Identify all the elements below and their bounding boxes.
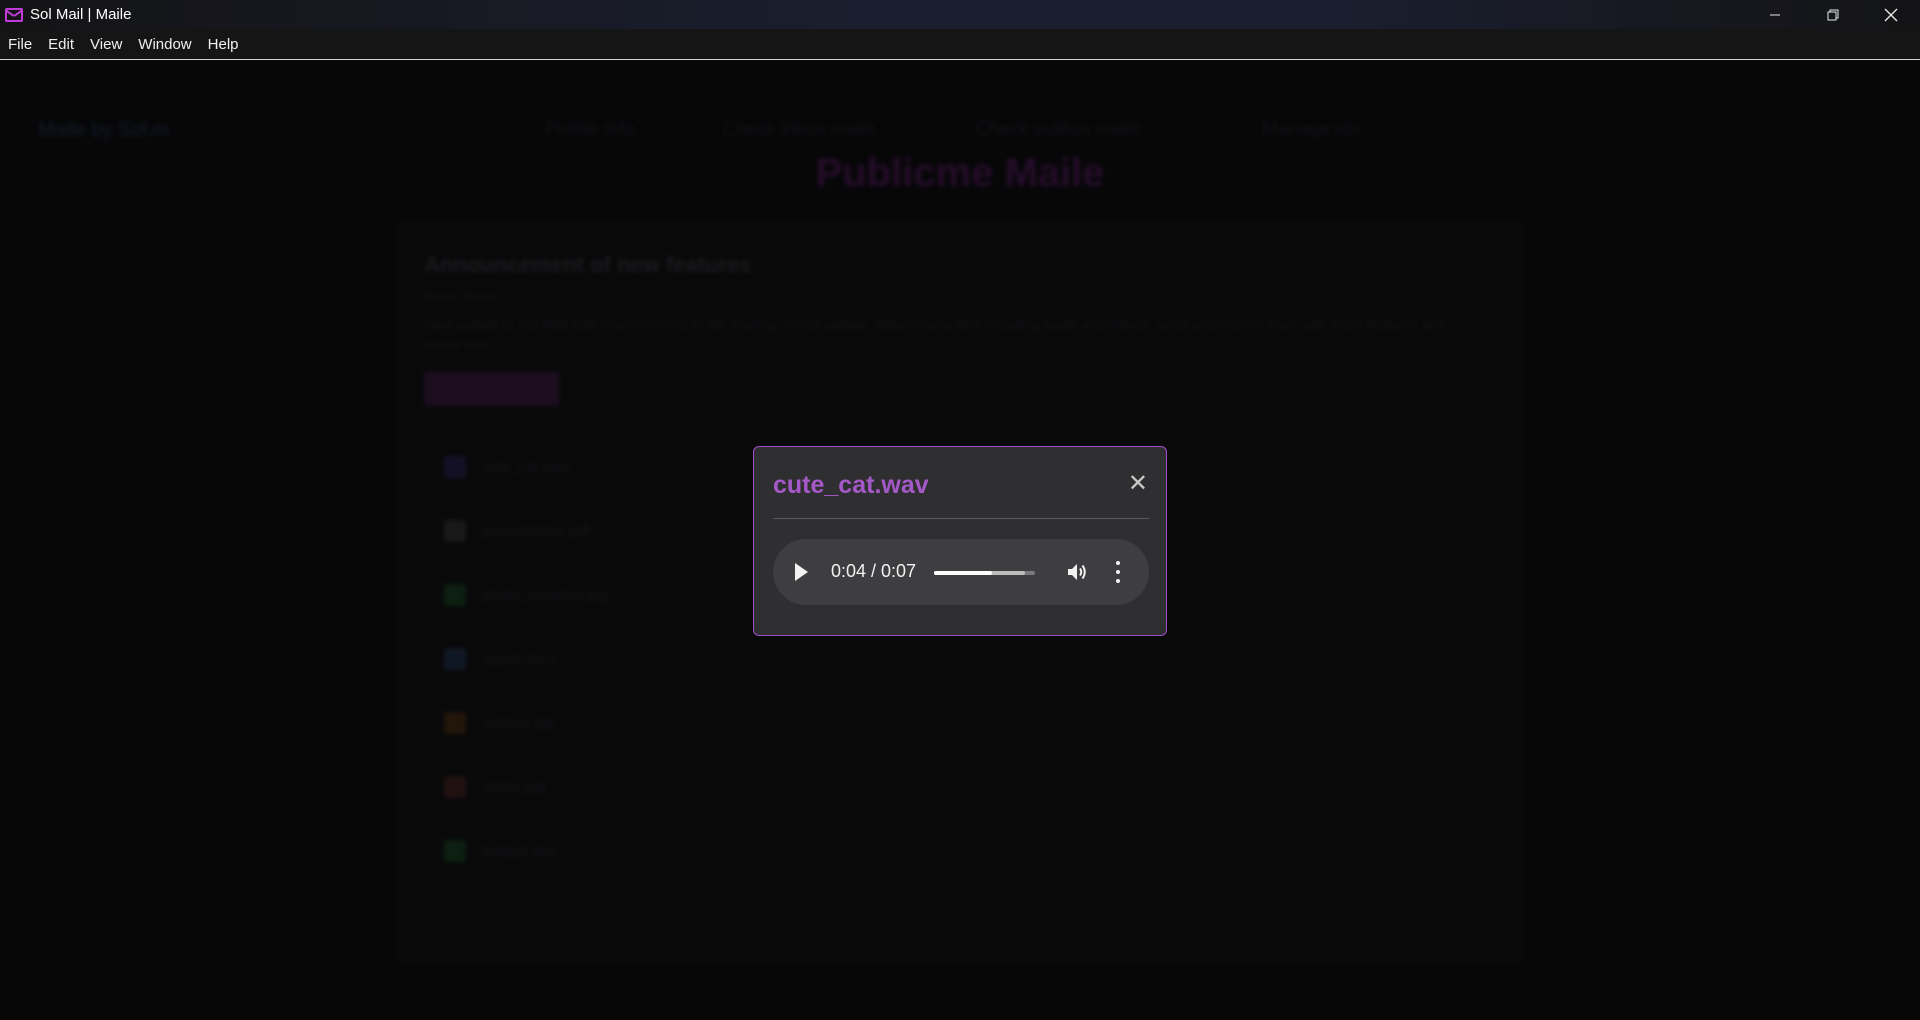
menu-bar: File Edit View Window Help [0,29,1920,60]
minimize-button[interactable] [1746,0,1804,29]
audio-player: 0:04 / 0:07 [773,539,1149,605]
menu-edit[interactable]: Edit [40,36,82,53]
close-window-button[interactable] [1862,0,1920,29]
menu-help[interactable]: Help [200,36,247,53]
played-range [934,571,992,575]
modal-title: cute_cat.wav [773,471,929,499]
restore-icon [1827,9,1839,20]
time-display: 0:04 / 0:07 [831,561,917,581]
audio-preview-modal: cute_cat.wav ✕ 0:04 / 0:07 [753,446,1167,636]
window-controls [1746,0,1920,29]
menu-view[interactable]: View [82,36,130,53]
close-modal-button[interactable]: ✕ [1128,469,1148,498]
close-icon [1884,8,1898,21]
menu-window[interactable]: Window [130,36,199,53]
minimize-icon [1770,14,1780,15]
more-options-icon[interactable] [1115,561,1121,583]
mail-icon [5,7,23,22]
volume-icon[interactable] [1065,560,1089,584]
window-title: Sol Mail | Maile [30,6,132,23]
seek-bar[interactable] [934,571,1035,575]
restore-button[interactable] [1804,0,1862,29]
modal-divider [773,518,1149,519]
title-bar: Sol Mail | Maile [0,0,1920,29]
menu-file[interactable]: File [0,36,40,53]
play-icon[interactable] [795,563,808,581]
